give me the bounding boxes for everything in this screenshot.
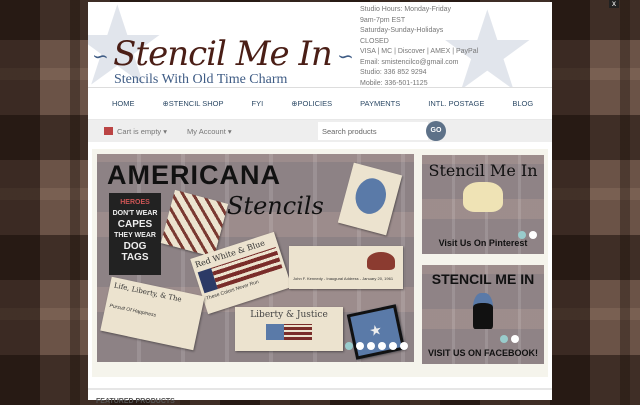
info-line: Mobile: 336-501-1125 xyxy=(360,79,428,87)
pagination-dot[interactable] xyxy=(511,335,519,343)
americana-slide[interactable]: AMERICANA Stencils HEROES DON'T WEAR CAP… xyxy=(97,154,414,362)
pagination-dot[interactable] xyxy=(356,342,364,350)
pagination-dot[interactable] xyxy=(345,342,353,350)
pagination-dot[interactable] xyxy=(389,342,397,350)
liberty-justice-card: Liberty & Justice xyxy=(235,307,343,351)
card-text: Liberty & Justice xyxy=(250,310,328,320)
nav-intl-postage[interactable]: INTL. POSTAGE xyxy=(428,99,484,108)
jfk-quote-card: John F. Kennedy - Inaugural Address - Ja… xyxy=(289,246,403,289)
facebook-ad[interactable]: STENCIL ME IN VISIT US ON FACEBOOK! xyxy=(422,265,544,364)
account-dropdown[interactable]: My Account ▾ xyxy=(187,127,232,136)
site-header: ★ ★ ∽ Stencil Me In ∽ Stencils With Old … xyxy=(88,2,552,88)
hero-line: THEY WEAR xyxy=(114,232,156,239)
pagination-dot[interactable] xyxy=(529,231,537,239)
nav-stencil-shop[interactable]: ⊕STENCIL SHOP xyxy=(163,99,224,108)
cart-icon xyxy=(104,127,113,135)
hero-line: CAPES xyxy=(117,219,153,230)
card-text: John F. Kennedy - Inaugural Address - Ja… xyxy=(293,276,394,281)
ad-pagination xyxy=(518,231,537,239)
studio-info: Studio Hours: Monday-Friday 9am-7pm EST … xyxy=(360,5,479,87)
heroes-card: HEROES DON'T WEAR CAPES THEY WEAR DOG TA… xyxy=(109,193,161,275)
hero-line: HEROES xyxy=(120,199,150,206)
nav-payments[interactable]: PAYMENTS xyxy=(360,99,400,108)
card-text: Pursuit Of Happiness xyxy=(109,302,157,319)
pagination-dot[interactable] xyxy=(367,342,375,350)
tagline: Stencils With Old Time Charm xyxy=(114,72,288,87)
info-line: Studio Hours: Monday-Friday xyxy=(360,6,452,13)
section-heading: FEATURED PRODUCTS xyxy=(96,398,175,405)
hero-line: DOG xyxy=(123,241,147,252)
card-text: Life, Liberty, & The xyxy=(113,281,183,304)
hero-line: TAGS xyxy=(121,252,149,263)
cart-dropdown[interactable]: Cart is empty ▾ xyxy=(117,127,167,136)
ad-title: Stencil Me In xyxy=(428,161,538,180)
shop-toolbar: Cart is empty ▾ My Account ▾ Search prod… xyxy=(88,120,552,142)
ad-caption: Visit Us On Pinterest xyxy=(438,238,528,248)
pagination-dot[interactable] xyxy=(378,342,386,350)
hero-line: DON'T WEAR xyxy=(112,210,158,217)
banner-slider: AMERICANA Stencils HEROES DON'T WEAR CAP… xyxy=(92,149,548,377)
logo-text: Stencil Me In xyxy=(113,34,333,74)
slide-title: AMERICANA xyxy=(107,160,281,190)
swirl-icon: ∽ xyxy=(92,44,114,68)
life-liberty-card: Life, Liberty, & The Pursuit Of Happines… xyxy=(100,276,205,351)
eagle-icon xyxy=(367,252,395,270)
nav-fyi[interactable]: FYI xyxy=(252,99,264,108)
slide-subtitle: Stencils xyxy=(227,192,324,220)
ad-title: STENCIL ME IN xyxy=(431,271,535,287)
close-icon[interactable]: x xyxy=(609,0,619,8)
nav-home[interactable]: HOME xyxy=(112,99,135,108)
info-line: Email: smistencilco@gmail.com xyxy=(360,58,459,66)
site-logo[interactable]: ∽ Stencil Me In ∽ xyxy=(92,34,354,74)
nav-policies[interactable]: ⊕POLICIES xyxy=(291,99,332,108)
page-container: ★ ★ ∽ Stencil Me In ∽ Stencils With Old … xyxy=(88,2,552,405)
info-line: VISA | MC | Discover | AMEX | PayPal xyxy=(360,48,479,55)
santa-icon xyxy=(351,174,390,218)
swirl-icon: ∽ xyxy=(331,44,354,68)
flag-icon xyxy=(266,324,312,340)
info-line: Saturday-Sunday-Holidays xyxy=(360,27,444,34)
pagination-dot[interactable] xyxy=(500,335,508,343)
pagination-dot[interactable] xyxy=(518,231,526,239)
info-line: Studio: 336 852 9294 xyxy=(360,69,427,76)
ad-caption: VISIT US ON FACEBOOK! xyxy=(427,348,538,358)
crow-uncle-sam-icon xyxy=(473,293,493,329)
star-icon: ★ xyxy=(367,320,384,340)
search-input[interactable]: Search products xyxy=(318,122,428,140)
sheep-icon xyxy=(463,182,503,212)
pinterest-ad[interactable]: Stencil Me In Visit Us On Pinterest xyxy=(422,155,544,254)
santa-card xyxy=(337,162,403,236)
slide-pagination xyxy=(345,342,408,350)
info-line: CLOSED xyxy=(360,37,389,45)
ad-pagination xyxy=(500,335,519,343)
main-nav: HOME ⊕STENCIL SHOP FYI ⊕POLICIES PAYMENT… xyxy=(88,88,552,120)
star-quilt-card: ★ xyxy=(346,304,406,360)
quilt-card xyxy=(160,189,229,258)
info-line: 9am-7pm EST xyxy=(360,16,406,24)
pagination-dot[interactable] xyxy=(400,342,408,350)
nav-blog[interactable]: BLOG xyxy=(512,99,533,108)
search-go-button[interactable]: GO xyxy=(426,121,446,141)
